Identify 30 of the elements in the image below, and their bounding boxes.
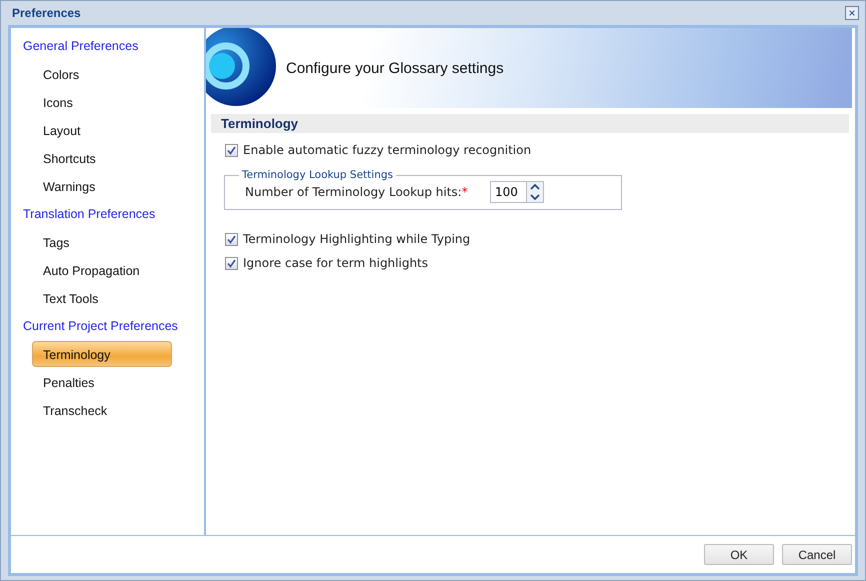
checkbox[interactable]	[225, 232, 238, 246]
sidebar-item[interactable]: Auto Propagation	[32, 257, 172, 283]
logo-icon	[206, 28, 276, 108]
sidebar-group[interactable]: Translation Preferences	[11, 200, 204, 228]
sidebar-item[interactable]: Penalties	[32, 369, 172, 395]
dialog-button[interactable]: Cancel	[782, 544, 852, 565]
sidebar-item[interactable]: Colors	[32, 61, 172, 87]
sidebar-item[interactable]: Icons	[32, 89, 172, 115]
sidebar-item[interactable]: Transcheck	[32, 397, 172, 423]
checkbox[interactable]	[225, 256, 238, 270]
sidebar-item[interactable]: Layout	[32, 117, 172, 143]
field-label: Number of Terminology Lookup hits:*	[245, 185, 469, 199]
section-header: Terminology	[211, 114, 849, 133]
window-title: Preferences	[12, 6, 81, 20]
banner-title: Configure your Glossary settings	[286, 60, 504, 76]
sidebar-item[interactable]: Tags	[32, 229, 172, 255]
checkbox-option[interactable]: Enable automatic fuzzy terminology recognition	[225, 143, 852, 157]
checkbox-option[interactable]: Ignore case for term highlights	[225, 256, 852, 270]
dialog-button[interactable]: OK	[704, 544, 774, 565]
sidebar-item[interactable]: Warnings	[32, 173, 172, 199]
checkbox-option[interactable]: Terminology Highlighting while Typing	[225, 232, 852, 246]
group-legend: Terminology Lookup Settings	[239, 169, 396, 181]
number-field[interactable]: 100	[490, 181, 526, 203]
sidebar-group[interactable]: General Preferences	[11, 32, 204, 60]
sidebar-item[interactable]: Shortcuts	[32, 145, 172, 171]
checkbox[interactable]	[225, 144, 238, 156]
sidebar-item[interactable]: Text Tools	[32, 285, 172, 311]
sidebar-item[interactable]: Terminology	[32, 341, 172, 367]
sidebar-group[interactable]: Current Project Preferences	[11, 312, 204, 340]
close-button[interactable]: ×	[845, 6, 859, 20]
